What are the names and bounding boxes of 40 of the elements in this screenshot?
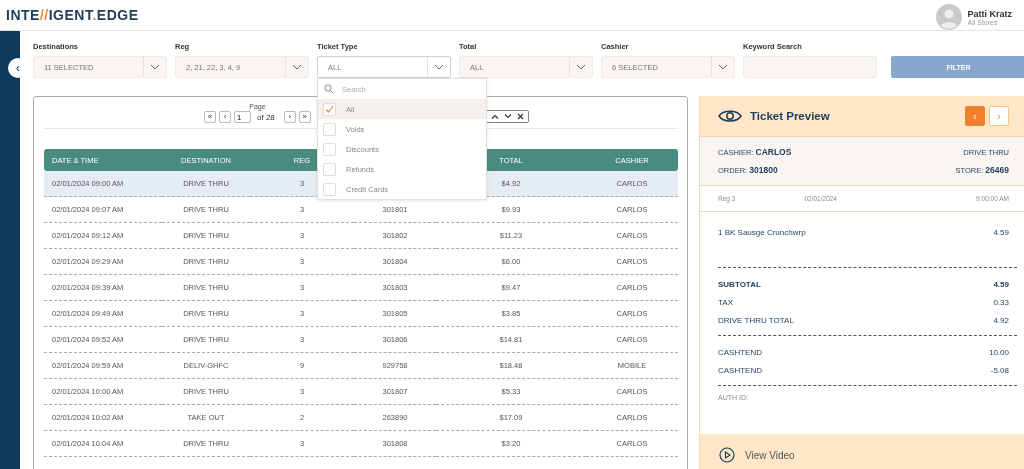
total-label: SUBTOTAL — [718, 279, 761, 289]
last-page-button[interactable]: » — [298, 111, 311, 123]
total-label: CASHTEND — [718, 365, 762, 375]
check-icon — [325, 105, 334, 113]
page-count: of 28 — [257, 112, 275, 122]
avatar[interactable] — [936, 4, 963, 30]
logo: INTE//IGENT.EDGE — [6, 7, 139, 23]
preview-title: Ticket Preview — [750, 110, 831, 122]
chevron-down-icon — [150, 64, 160, 70]
checkbox[interactable] — [323, 162, 336, 176]
chevron-down-icon — [576, 64, 586, 70]
first-page-button[interactable]: « — [204, 111, 216, 123]
view-video-link[interactable]: View Video — [745, 449, 795, 461]
keyword-search-field[interactable] — [743, 56, 877, 78]
chevron-down-icon — [718, 64, 728, 70]
total-label: DRIVE THRU TOTAL — [718, 315, 794, 325]
close-icon[interactable] — [516, 113, 524, 120]
user-name: Patti Kratz — [967, 8, 1012, 19]
item-name: 1 BK Sausge Crunchwrp — [718, 227, 806, 237]
next-page-button[interactable]: › — [283, 111, 296, 123]
checkbox[interactable] — [323, 142, 336, 156]
checkbox[interactable] — [323, 122, 336, 136]
chevron-up-icon[interactable] — [490, 114, 499, 119]
total-amount: 10.00 — [988, 347, 1009, 357]
item-amount: 4.59 — [993, 227, 1009, 237]
total-amount: 4.59 — [993, 279, 1009, 289]
play-icon[interactable] — [719, 447, 735, 463]
chevron-down-icon[interactable] — [503, 114, 512, 119]
total-amount: 4.92 — [993, 315, 1009, 325]
total-amount: 0.33 — [993, 297, 1009, 307]
checkbox[interactable] — [323, 182, 336, 196]
chevron-down-icon — [292, 64, 302, 70]
total-amount: -5.08 — [990, 365, 1009, 375]
chevron-down-icon — [434, 64, 444, 70]
search-icon — [324, 84, 334, 94]
previous-page-button[interactable]: ‹ — [219, 111, 231, 123]
total-label: CASHTEND — [718, 347, 762, 357]
checkbox[interactable] — [323, 102, 336, 116]
eye-icon — [718, 108, 742, 124]
total-label: TAX — [718, 297, 733, 307]
